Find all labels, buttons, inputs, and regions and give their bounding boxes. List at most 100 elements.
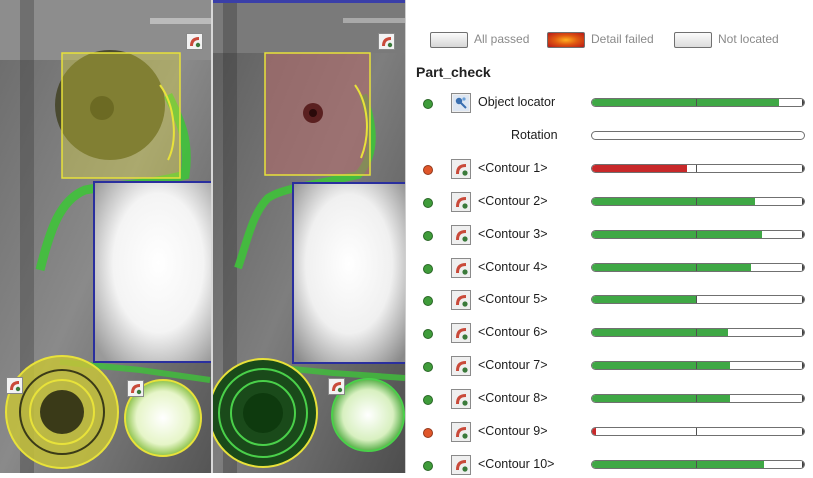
score-bar: [591, 230, 805, 239]
score-bar-end: [802, 461, 804, 468]
score-bar-end: [802, 99, 804, 106]
tree-row[interactable]: <Contour 6>: [406, 320, 813, 346]
tree-row-label: <Contour 9>: [478, 424, 548, 438]
score-bar: [591, 98, 805, 107]
score-bar-threshold: [696, 395, 697, 402]
score-bar-fill: [592, 428, 597, 435]
tree-row[interactable]: <Contour 5>: [406, 287, 813, 313]
score-bar: [591, 361, 805, 370]
score-bar-end: [802, 296, 804, 303]
score-bar-fill: [592, 165, 688, 172]
score-bar-fill: [592, 329, 728, 336]
tree-row[interactable]: <Contour 7>: [406, 353, 813, 379]
legend-label: Not located: [718, 32, 779, 46]
score-bar-fill: [592, 296, 696, 303]
tree-row-label: <Contour 8>: [478, 391, 548, 405]
tree-row-label: <Contour 6>: [478, 325, 548, 339]
status-pass-indicator: [423, 362, 433, 372]
tree-row[interactable]: <Contour 3>: [406, 222, 813, 248]
score-bar-threshold: [696, 296, 697, 303]
status-fail-indicator: [423, 165, 433, 175]
status-pass-indicator: [423, 296, 433, 306]
camera-image-left: [0, 0, 211, 473]
status-pass-indicator: [423, 99, 433, 109]
score-bar-fill: [592, 99, 779, 106]
contour-tool-icon: [451, 159, 471, 179]
tree-row[interactable]: <Contour 4>: [406, 255, 813, 281]
score-bar: [591, 460, 805, 469]
status-pass-indicator: [423, 198, 433, 208]
score-bar-end: [802, 329, 804, 336]
score-bar: [591, 131, 805, 140]
contour-tool-icon: [451, 389, 471, 409]
score-bar-end: [802, 362, 804, 369]
score-bar-threshold: [696, 231, 697, 238]
tree-row[interactable]: <Contour 10>: [406, 452, 813, 478]
tree-row-label: <Contour 1>: [478, 161, 548, 175]
contour-tool-icon: [451, 356, 471, 376]
object-locator-icon: [451, 93, 471, 113]
contour-tool-icon[interactable]: [328, 378, 345, 395]
score-bar-threshold: [696, 461, 697, 468]
score-bar-threshold: [696, 264, 697, 271]
camera-view-left[interactable]: [0, 0, 211, 473]
contour-tool-icon: [451, 323, 471, 343]
contour-tool-icon: [451, 290, 471, 310]
tree-row-label: <Contour 2>: [478, 194, 548, 208]
score-bar-fill: [592, 395, 730, 402]
score-bar-fill: [592, 461, 764, 468]
contour-tool-icon: [451, 192, 471, 212]
status-pass-indicator: [423, 264, 433, 274]
tree-row-label: Rotation: [511, 128, 558, 142]
contour-tool-icon: [451, 455, 471, 475]
contour-tool-icon: [451, 422, 471, 442]
score-bar: [591, 328, 805, 337]
score-bar: [591, 164, 805, 173]
tree-row-label: Object locator: [478, 95, 556, 109]
score-bar-end: [802, 165, 804, 172]
tree-row-label: <Contour 5>: [478, 292, 548, 306]
score-bar-end: [802, 428, 804, 435]
contour-tool-icon[interactable]: [378, 33, 395, 50]
status-pass-indicator: [423, 395, 433, 405]
score-bar-fill: [592, 198, 756, 205]
tree-row[interactable]: <Contour 8>: [406, 386, 813, 412]
legend-label: Detail failed: [591, 32, 654, 46]
tree-row[interactable]: <Contour 2>: [406, 189, 813, 215]
tree-row-label: <Contour 3>: [478, 227, 548, 241]
score-bar-threshold: [696, 428, 697, 435]
status-pass-indicator: [423, 461, 433, 471]
status-fail-indicator: [423, 428, 433, 438]
score-bar-threshold: [696, 198, 697, 205]
tree-row-label: <Contour 7>: [478, 358, 548, 372]
tree-row[interactable]: <Contour 9>: [406, 419, 813, 445]
tree-row-label: <Contour 4>: [478, 260, 548, 274]
camera-view-right[interactable]: [213, 0, 405, 473]
score-bar-fill: [592, 362, 730, 369]
camera-image-right: [213, 3, 405, 473]
tree-row-label: <Contour 10>: [478, 457, 555, 471]
score-bar-end: [802, 198, 804, 205]
legend-label: All passed: [474, 32, 530, 46]
contour-tool-icon: [451, 258, 471, 278]
results-panel: All passed Detail failed Not located Par…: [405, 0, 813, 475]
score-bar-fill: [592, 231, 762, 238]
status-pass-indicator: [423, 231, 433, 241]
contour-tool-icon[interactable]: [6, 377, 23, 394]
score-bar-fill: [592, 264, 751, 271]
contour-tool-icon: [451, 225, 471, 245]
legend-swatch-detail-failed: [547, 32, 585, 48]
tree-row[interactable]: Rotation: [406, 123, 813, 149]
score-bar-threshold: [696, 165, 697, 172]
tree-row[interactable]: <Contour 1>: [406, 156, 813, 182]
score-bar: [591, 394, 805, 403]
score-bar: [591, 263, 805, 272]
score-bar: [591, 295, 805, 304]
legend-swatch-not-located: [674, 32, 712, 48]
contour-tool-icon[interactable]: [127, 380, 144, 397]
contour-tool-icon[interactable]: [186, 33, 203, 50]
score-bar: [591, 427, 805, 436]
score-bar-threshold: [696, 362, 697, 369]
tree-row[interactable]: Object locator: [406, 90, 813, 116]
score-bar-threshold: [696, 329, 697, 336]
